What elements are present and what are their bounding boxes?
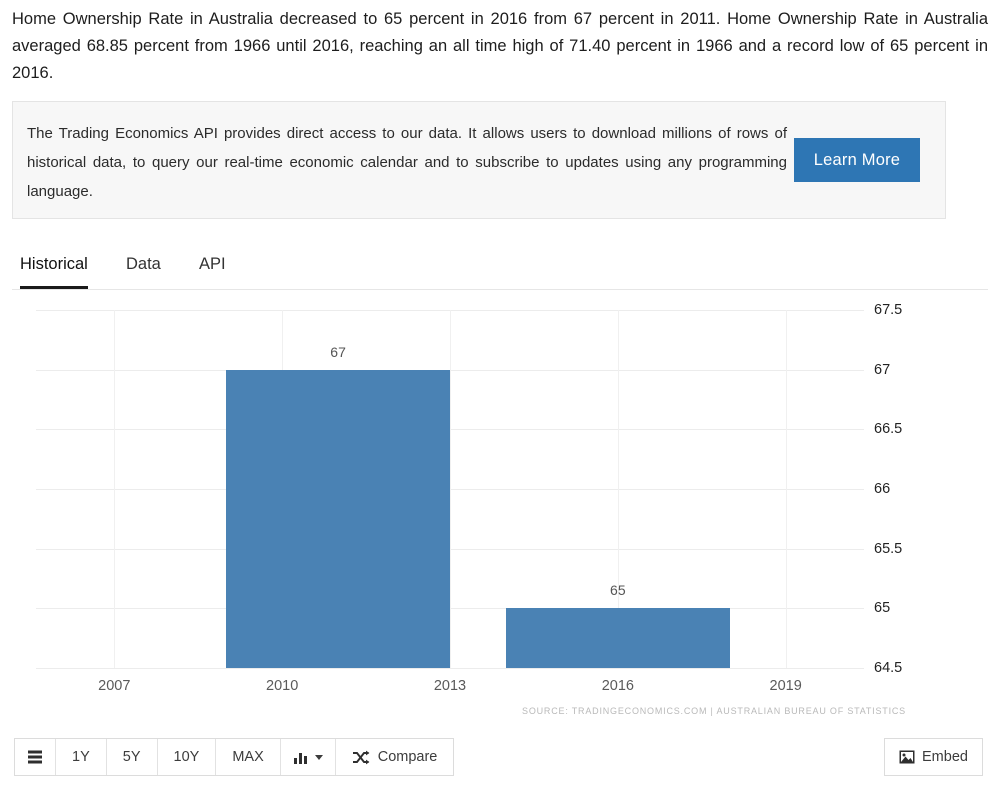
tab-api[interactable]: API — [199, 248, 226, 289]
gridline-vertical — [114, 310, 116, 668]
x-axis-tick-label: 2013 — [433, 678, 467, 694]
x-axis-tick-label: 2016 — [601, 678, 634, 694]
chart-plot-area[interactable] — [36, 310, 864, 669]
shuffle-icon — [352, 750, 370, 765]
compare-label: Compare — [377, 749, 438, 765]
bar-value-label: 67 — [330, 343, 346, 360]
tab-data[interactable]: Data — [126, 248, 161, 289]
embed-button[interactable]: Embed — [884, 738, 983, 776]
compare-button[interactable]: Compare — [335, 739, 454, 775]
range-button-5y[interactable]: 5Y — [106, 739, 158, 775]
chevron-down-icon — [314, 754, 323, 760]
list-icon — [27, 749, 43, 765]
chart-type-dropdown[interactable] — [280, 739, 336, 775]
y-axis-tick-label: 67 — [874, 361, 891, 378]
bar-chart-icon — [293, 750, 309, 764]
y-axis-tick-label: 65.5 — [874, 540, 903, 557]
y-axis-tick-label: 65 — [874, 600, 891, 617]
chart-bar[interactable] — [226, 369, 450, 668]
y-axis-tick-label: 64.5 — [874, 660, 903, 676]
gridline-horizontal — [36, 668, 864, 669]
gridline-vertical — [785, 310, 787, 668]
api-promo-box: The Trading Economics API provides direc… — [12, 101, 946, 219]
y-axis-tick-label: 66 — [874, 481, 891, 497]
x-axis-tick-label: 2010 — [266, 678, 299, 694]
tab-historical[interactable]: Historical — [20, 248, 88, 289]
chart-source-note: SOURCE: TRADINGECONOMICS.COM | AUSTRALIA… — [522, 706, 906, 716]
chart-menu-button[interactable] — [15, 739, 56, 775]
api-promo-text: The Trading Economics API provides direc… — [27, 125, 787, 200]
x-axis-tick-label: 2019 — [769, 678, 802, 694]
range-button-max[interactable]: MAX — [216, 739, 281, 775]
range-button-10y[interactable]: 10Y — [157, 739, 217, 775]
image-icon — [899, 750, 915, 764]
chart-panel: SOURCE: TRADINGECONOMICS.COM | AUSTRALIA… — [0, 300, 1000, 730]
y-axis-tick-label: 66.5 — [874, 421, 903, 438]
learn-more-button[interactable]: Learn More — [794, 138, 920, 182]
bar-value-label: 65 — [610, 582, 626, 599]
embed-label: Embed — [922, 749, 968, 765]
chart-bar[interactable] — [505, 608, 730, 668]
y-axis-tick-label: 67.5 — [874, 302, 903, 318]
tab-bar: Historical Data API — [12, 248, 988, 290]
gridline-vertical — [450, 310, 451, 668]
x-axis-tick-label: 2007 — [98, 678, 131, 694]
chart-toolbar: 1Y 5Y 10Y MAX Compare — [14, 738, 455, 776]
range-button-1y[interactable]: 1Y — [56, 739, 107, 775]
intro-paragraph: Home Ownership Rate in Australia decreas… — [12, 10, 988, 82]
